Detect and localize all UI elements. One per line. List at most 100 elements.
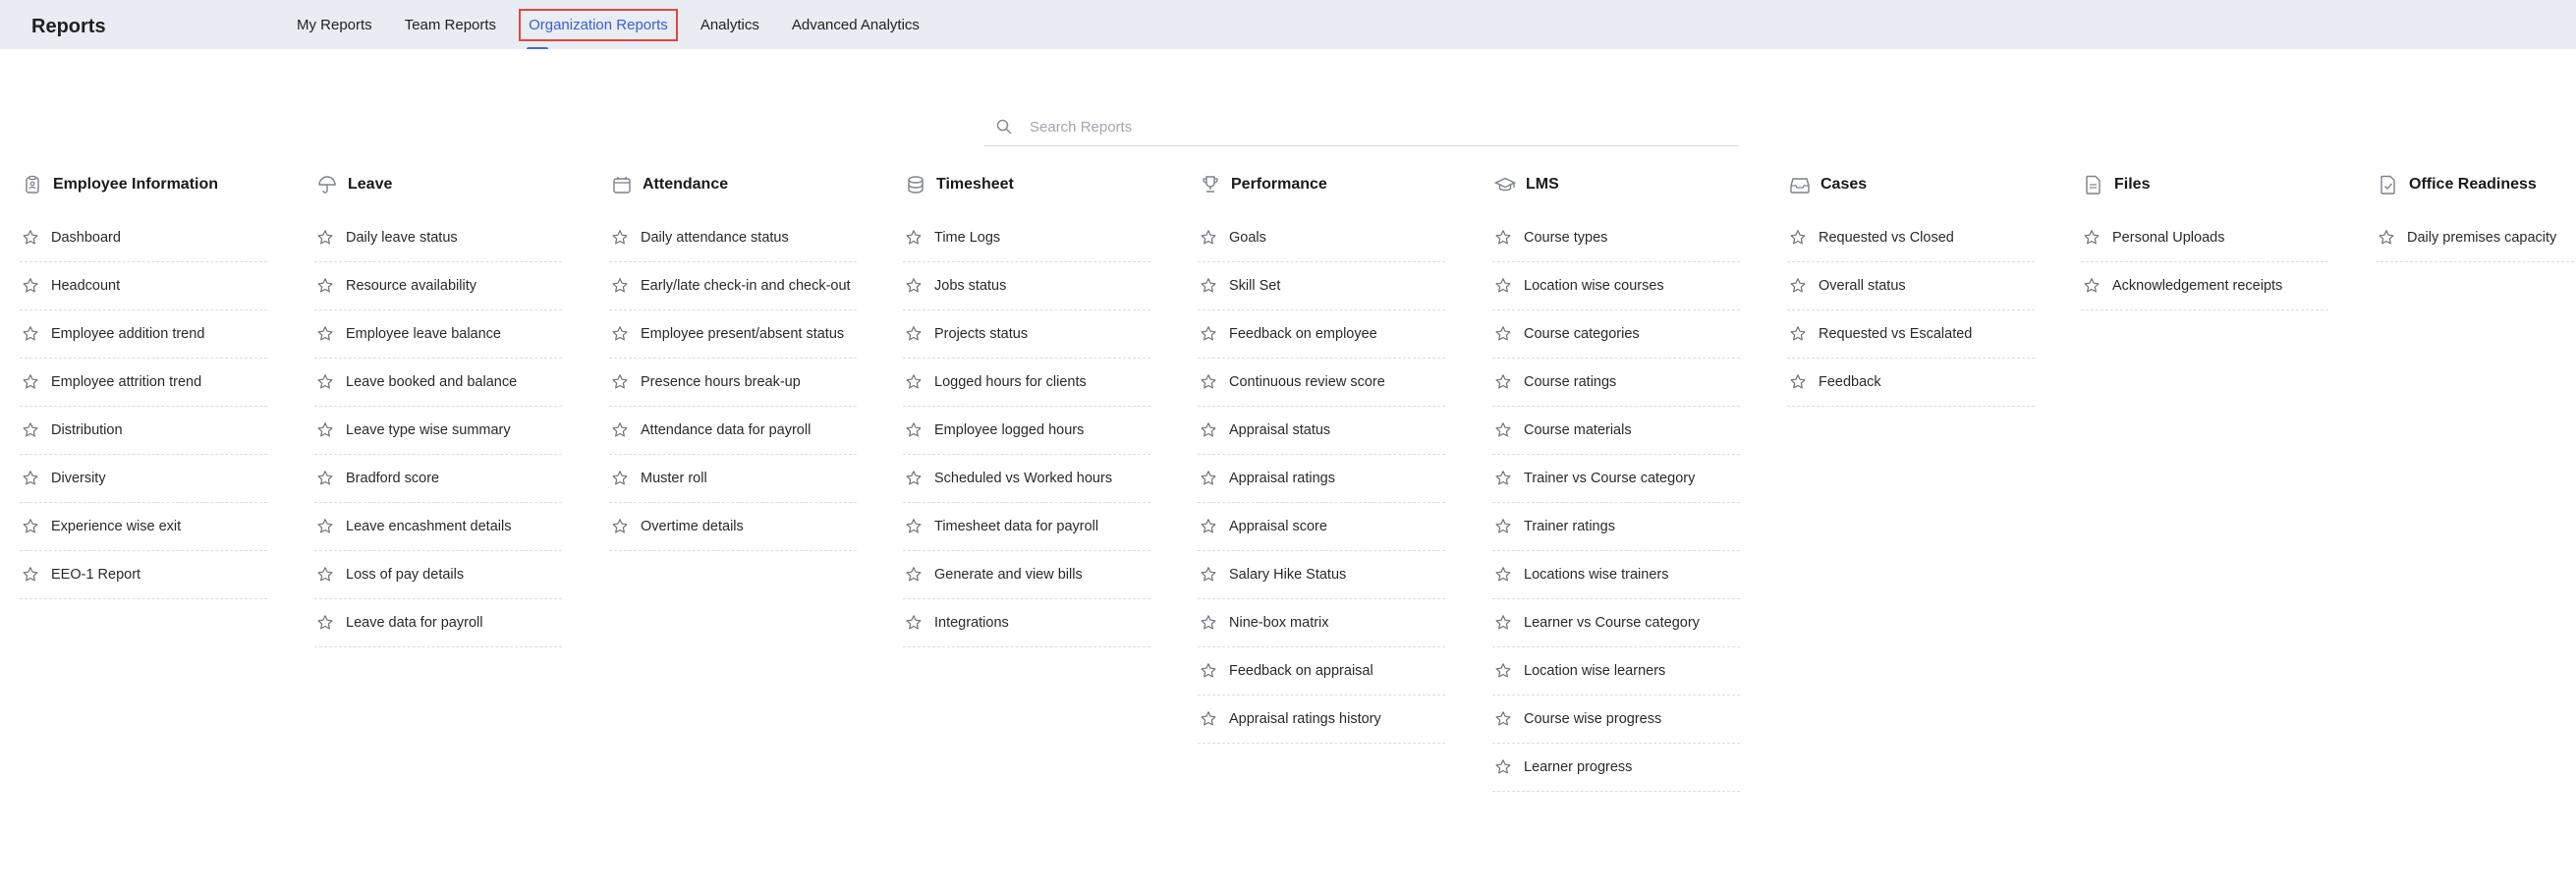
report-item-personal-uploads[interactable]: Personal Uploads	[2081, 214, 2328, 262]
star-icon[interactable]	[316, 470, 334, 487]
report-item-requested-vs-closed[interactable]: Requested vs Closed	[1787, 214, 2035, 262]
star-icon[interactable]	[1494, 710, 1512, 728]
star-icon[interactable]	[22, 518, 39, 535]
star-icon[interactable]	[611, 421, 629, 439]
star-icon[interactable]	[1789, 373, 1807, 391]
report-item-requested-vs-escalated[interactable]: Requested vs Escalated	[1787, 310, 2035, 359]
report-item-appraisal-ratings-history[interactable]: Appraisal ratings history	[1198, 696, 1445, 744]
star-icon[interactable]	[1494, 518, 1512, 535]
star-icon[interactable]	[1200, 229, 1217, 247]
star-icon[interactable]	[316, 614, 334, 632]
report-item-course-types[interactable]: Course types	[1492, 214, 1740, 262]
star-icon[interactable]	[1200, 662, 1217, 680]
report-item-feedback-on-employee[interactable]: Feedback on employee	[1198, 310, 1445, 359]
star-icon[interactable]	[2083, 277, 2100, 295]
star-icon[interactable]	[1200, 470, 1217, 487]
report-item-employee-present-absent-status[interactable]: Employee present/absent status	[609, 310, 857, 359]
star-icon[interactable]	[1494, 566, 1512, 584]
report-item-attendance-data-for-payroll[interactable]: Attendance data for payroll	[609, 407, 857, 455]
report-item-leave-booked-and-balance[interactable]: Leave booked and balance	[314, 359, 562, 407]
report-item-nine-box-matrix[interactable]: Nine-box matrix	[1198, 599, 1445, 647]
report-item-employee-addition-trend[interactable]: Employee addition trend	[20, 310, 267, 359]
star-icon[interactable]	[1200, 710, 1217, 728]
star-icon[interactable]	[22, 470, 39, 487]
star-icon[interactable]	[1789, 325, 1807, 343]
tab-organization-reports[interactable]: Organization Reports	[519, 8, 678, 51]
star-icon[interactable]	[316, 518, 334, 535]
report-item-projects-status[interactable]: Projects status	[903, 310, 1150, 359]
star-icon[interactable]	[316, 373, 334, 391]
star-icon[interactable]	[1494, 277, 1512, 295]
star-icon[interactable]	[22, 373, 39, 391]
report-item-daily-attendance-status[interactable]: Daily attendance status	[609, 214, 857, 262]
star-icon[interactable]	[1200, 373, 1217, 391]
report-item-loss-of-pay-details[interactable]: Loss of pay details	[314, 551, 562, 599]
report-item-presence-hours-break-up[interactable]: Presence hours break-up	[609, 359, 857, 407]
report-item-bradford-score[interactable]: Bradford score	[314, 455, 562, 503]
report-item-goals[interactable]: Goals	[1198, 214, 1445, 262]
tab-team-reports[interactable]: Team Reports	[395, 9, 506, 41]
star-icon[interactable]	[1200, 325, 1217, 343]
report-item-timesheet-data-for-payroll[interactable]: Timesheet data for payroll	[903, 503, 1150, 551]
report-item-leave-data-for-payroll[interactable]: Leave data for payroll	[314, 599, 562, 647]
report-item-appraisal-score[interactable]: Appraisal score	[1198, 503, 1445, 551]
report-item-muster-roll[interactable]: Muster roll	[609, 455, 857, 503]
star-icon[interactable]	[905, 470, 923, 487]
report-item-employee-attrition-trend[interactable]: Employee attrition trend	[20, 359, 267, 407]
report-item-overtime-details[interactable]: Overtime details	[609, 503, 857, 551]
star-icon[interactable]	[22, 566, 39, 584]
star-icon[interactable]	[905, 566, 923, 584]
star-icon[interactable]	[1494, 373, 1512, 391]
report-item-continuous-review-score[interactable]: Continuous review score	[1198, 359, 1445, 407]
star-icon[interactable]	[1200, 614, 1217, 632]
star-icon[interactable]	[1494, 421, 1512, 439]
report-item-generate-and-view-bills[interactable]: Generate and view bills	[903, 551, 1150, 599]
tab-analytics[interactable]: Analytics	[691, 9, 769, 41]
star-icon[interactable]	[1789, 277, 1807, 295]
report-item-eeo-1-report[interactable]: EEO-1 Report	[20, 551, 267, 599]
star-icon[interactable]	[316, 229, 334, 247]
tab-my-reports[interactable]: My Reports	[287, 9, 382, 41]
star-icon[interactable]	[905, 421, 923, 439]
star-icon[interactable]	[1494, 662, 1512, 680]
star-icon[interactable]	[1200, 566, 1217, 584]
report-item-time-logs[interactable]: Time Logs	[903, 214, 1150, 262]
star-icon[interactable]	[1494, 325, 1512, 343]
star-icon[interactable]	[905, 325, 923, 343]
report-item-salary-hike-status[interactable]: Salary Hike Status	[1198, 551, 1445, 599]
star-icon[interactable]	[1200, 421, 1217, 439]
report-item-distribution[interactable]: Distribution	[20, 407, 267, 455]
star-icon[interactable]	[316, 566, 334, 584]
star-icon[interactable]	[1200, 277, 1217, 295]
report-item-trainer-ratings[interactable]: Trainer ratings	[1492, 503, 1740, 551]
star-icon[interactable]	[611, 373, 629, 391]
report-item-overall-status[interactable]: Overall status	[1787, 262, 2035, 310]
star-icon[interactable]	[1494, 470, 1512, 487]
star-icon[interactable]	[316, 325, 334, 343]
star-icon[interactable]	[22, 421, 39, 439]
report-item-logged-hours-for-clients[interactable]: Logged hours for clients	[903, 359, 1150, 407]
star-icon[interactable]	[1494, 229, 1512, 247]
star-icon[interactable]	[611, 325, 629, 343]
report-item-leave-type-wise-summary[interactable]: Leave type wise summary	[314, 407, 562, 455]
star-icon[interactable]	[2378, 229, 2395, 247]
report-item-appraisal-status[interactable]: Appraisal status	[1198, 407, 1445, 455]
report-item-trainer-vs-course-category[interactable]: Trainer vs Course category	[1492, 455, 1740, 503]
report-item-course-ratings[interactable]: Course ratings	[1492, 359, 1740, 407]
report-item-location-wise-learners[interactable]: Location wise learners	[1492, 647, 1740, 696]
star-icon[interactable]	[611, 277, 629, 295]
report-item-integrations[interactable]: Integrations	[903, 599, 1150, 647]
report-item-employee-leave-balance[interactable]: Employee leave balance	[314, 310, 562, 359]
star-icon[interactable]	[22, 277, 39, 295]
report-item-feedback[interactable]: Feedback	[1787, 359, 2035, 407]
star-icon[interactable]	[316, 277, 334, 295]
report-item-diversity[interactable]: Diversity	[20, 455, 267, 503]
report-item-leave-encashment-details[interactable]: Leave encashment details	[314, 503, 562, 551]
report-item-early-late-check-in-and-check-out[interactable]: Early/late check-in and check-out	[609, 262, 857, 310]
report-item-resource-availability[interactable]: Resource availability	[314, 262, 562, 310]
report-item-locations-wise-trainers[interactable]: Locations wise trainers	[1492, 551, 1740, 599]
report-item-daily-leave-status[interactable]: Daily leave status	[314, 214, 562, 262]
report-item-daily-premises-capacity[interactable]: Daily premises capacity	[2376, 214, 2576, 262]
search-input[interactable]	[1028, 117, 1719, 137]
report-item-experience-wise-exit[interactable]: Experience wise exit	[20, 503, 267, 551]
